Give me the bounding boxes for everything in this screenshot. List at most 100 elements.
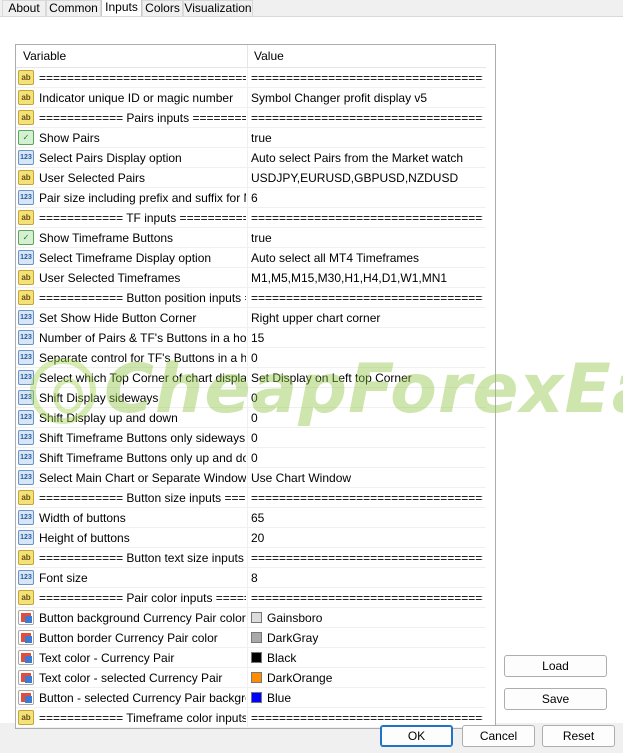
variable-value[interactable]: Gainsboro xyxy=(267,611,495,625)
table-row[interactable]: ab ============================= =========… xyxy=(16,68,486,88)
variable-value[interactable]: 8 xyxy=(251,571,483,585)
variable-name: Select Pairs Display option xyxy=(39,151,182,165)
table-row[interactable]: 123 Select which Top Corner of chart disp… xyxy=(16,368,486,388)
variable-value[interactable]: DarkGray xyxy=(267,631,495,645)
column-divider xyxy=(247,328,248,348)
column-divider xyxy=(247,668,248,688)
table-row[interactable]: Button border Currency Pair color DarkGra… xyxy=(16,628,486,648)
variable-value[interactable]: USDJPY,EURUSD,GBPUSD,NZDUSD xyxy=(251,171,483,185)
variable-value[interactable]: 0 xyxy=(251,351,483,365)
color-type-icon xyxy=(18,650,34,665)
table-row[interactable]: ab User Selected Pairs USDJPY,EURUSD,GBPUS… xyxy=(16,168,486,188)
variable-value[interactable]: M1,M5,M15,M30,H1,H4,D1,W1,MN1 xyxy=(251,271,483,285)
color-swatch[interactable] xyxy=(251,632,262,643)
table-row[interactable]: 123 Width of buttons 65 xyxy=(16,508,486,528)
variable-value[interactable]: ========================================… xyxy=(251,491,483,505)
table-row[interactable]: 123 Shift Timeframe Buttons only up and d… xyxy=(16,448,486,468)
variable-value[interactable]: ========================================… xyxy=(251,551,483,565)
table-row[interactable]: ab Indicator unique ID or magic number Sym… xyxy=(16,88,486,108)
value-column-header[interactable]: Value xyxy=(254,49,284,63)
column-divider xyxy=(247,168,248,188)
table-row[interactable]: ab ============ Button size inputs ====..… xyxy=(16,488,486,508)
table-row[interactable]: 123 Separate control for TF's Buttons in … xyxy=(16,348,486,368)
variable-value[interactable]: 0 xyxy=(251,411,483,425)
string-type-icon: ab xyxy=(18,270,34,285)
variable-value[interactable]: ========================================… xyxy=(251,291,483,305)
variable-value[interactable]: 6 xyxy=(251,191,483,205)
variable-value[interactable]: true xyxy=(251,131,483,145)
table-row[interactable]: 123 Pair size including prefix and suffix… xyxy=(16,188,486,208)
table-row[interactable]: 123 Select Timeframe Display option Auto s… xyxy=(16,248,486,268)
variable-value[interactable]: 20 xyxy=(251,531,483,545)
table-row[interactable]: ab ============ Button text size inputs =… xyxy=(16,548,486,568)
table-row[interactable]: Text color - Currency Pair Black xyxy=(16,648,486,668)
tab-common[interactable]: Common xyxy=(46,0,101,16)
table-row[interactable]: 123 Shift Timeframe Buttons only sideways… xyxy=(16,428,486,448)
variable-value[interactable]: 0 xyxy=(251,451,483,465)
variable-value[interactable]: ========================================… xyxy=(251,71,483,85)
table-row[interactable]: ab ============ TF inputs =========== ====… xyxy=(16,208,486,228)
table-row[interactable]: 123 Shift Display up and down 0 xyxy=(16,408,486,428)
variable-value[interactable]: ========================================… xyxy=(251,111,483,125)
table-row[interactable]: ab ============ Pairs inputs ======= ==== =… xyxy=(16,108,486,128)
table-row[interactable]: 123 Set Show Hide Button Corner Right uppe… xyxy=(16,308,486,328)
tab-about[interactable]: About xyxy=(2,0,46,16)
table-row[interactable]: ab ============ Button position inputs ==… xyxy=(16,288,486,308)
variable-value[interactable]: DarkOrange xyxy=(267,671,495,685)
variable-name: Select Main Chart or Separate Window xyxy=(39,471,246,485)
variable-value[interactable]: Use Chart Window xyxy=(251,471,483,485)
color-swatch[interactable] xyxy=(251,672,262,683)
table-row[interactable]: ab User Selected Timeframes M1,M5,M15,M30,… xyxy=(16,268,486,288)
variable-value[interactable]: Auto select all MT4 Timeframes xyxy=(251,251,483,265)
table-row[interactable]: ab ============ Pair color inputs =======… xyxy=(16,588,486,608)
color-type-icon xyxy=(18,630,34,645)
variable-name: Shift Display sideways xyxy=(39,391,159,405)
number-type-icon: 123 xyxy=(18,250,34,265)
variable-value[interactable]: Auto select Pairs from the Market watch xyxy=(251,151,483,165)
table-row[interactable]: Button - selected Currency Pair backgrou… xyxy=(16,688,486,708)
variable-value[interactable]: 0 xyxy=(251,431,483,445)
variable-name: Font size xyxy=(39,571,88,585)
tab-colors[interactable]: Colors xyxy=(142,0,183,16)
variable-value[interactable]: true xyxy=(251,231,483,245)
table-row[interactable]: 123 Height of buttons 20 xyxy=(16,528,486,548)
table-row[interactable]: Text color - selected Currency Pair DarkO… xyxy=(16,668,486,688)
reset-button[interactable]: Reset xyxy=(542,725,615,747)
string-type-icon: ab xyxy=(18,550,34,565)
table-row[interactable]: ✓ Show Pairs true xyxy=(16,128,486,148)
table-row[interactable]: 123 Select Main Chart or Separate Window U… xyxy=(16,468,486,488)
load-button[interactable]: Load xyxy=(504,655,607,677)
variable-value[interactable]: Black xyxy=(267,651,495,665)
color-swatch[interactable] xyxy=(251,692,262,703)
variable-value[interactable]: 0 xyxy=(251,391,483,405)
variable-value[interactable]: ========================================… xyxy=(251,711,483,725)
tab-inputs[interactable]: Inputs xyxy=(101,0,142,17)
color-type-icon xyxy=(18,610,34,625)
color-type-icon xyxy=(18,670,34,685)
cancel-button[interactable]: Cancel xyxy=(462,725,535,747)
variable-value[interactable]: 65 xyxy=(251,511,483,525)
save-button[interactable]: Save xyxy=(504,688,607,710)
variable-name: Set Show Hide Button Corner xyxy=(39,311,197,325)
column-divider xyxy=(247,348,248,368)
variable-value[interactable]: 15 xyxy=(251,331,483,345)
table-row[interactable]: 123 Select Pairs Display option Auto selec… xyxy=(16,148,486,168)
table-row[interactable]: 123 Font size 8 xyxy=(16,568,486,588)
variable-value[interactable]: ========================================… xyxy=(251,211,483,225)
variable-column-header[interactable]: Variable xyxy=(23,49,66,63)
variable-name: ============ TF inputs =========== xyxy=(39,211,246,225)
variable-value[interactable]: Set Display on Left top Corner xyxy=(251,371,483,385)
color-swatch[interactable] xyxy=(251,652,262,663)
table-row[interactable]: 123 Number of Pairs & TF's Buttons in a h… xyxy=(16,328,486,348)
variable-value[interactable]: Right upper chart corner xyxy=(251,311,483,325)
table-row[interactable]: 123 Shift Display sideways 0 xyxy=(16,388,486,408)
variable-name: Show Timeframe Buttons xyxy=(39,231,174,245)
ok-button[interactable]: OK xyxy=(380,725,453,747)
variable-value[interactable]: Blue xyxy=(267,691,495,705)
variable-value[interactable]: ========================================… xyxy=(251,591,483,605)
color-swatch[interactable] xyxy=(251,612,262,623)
tab-visualization[interactable]: Visualization xyxy=(183,0,253,16)
variable-value[interactable]: Symbol Changer profit display v5 xyxy=(251,91,483,105)
table-row[interactable]: ✓ Show Timeframe Buttons true xyxy=(16,228,486,248)
table-row[interactable]: Button background Currency Pair color Gai… xyxy=(16,608,486,628)
